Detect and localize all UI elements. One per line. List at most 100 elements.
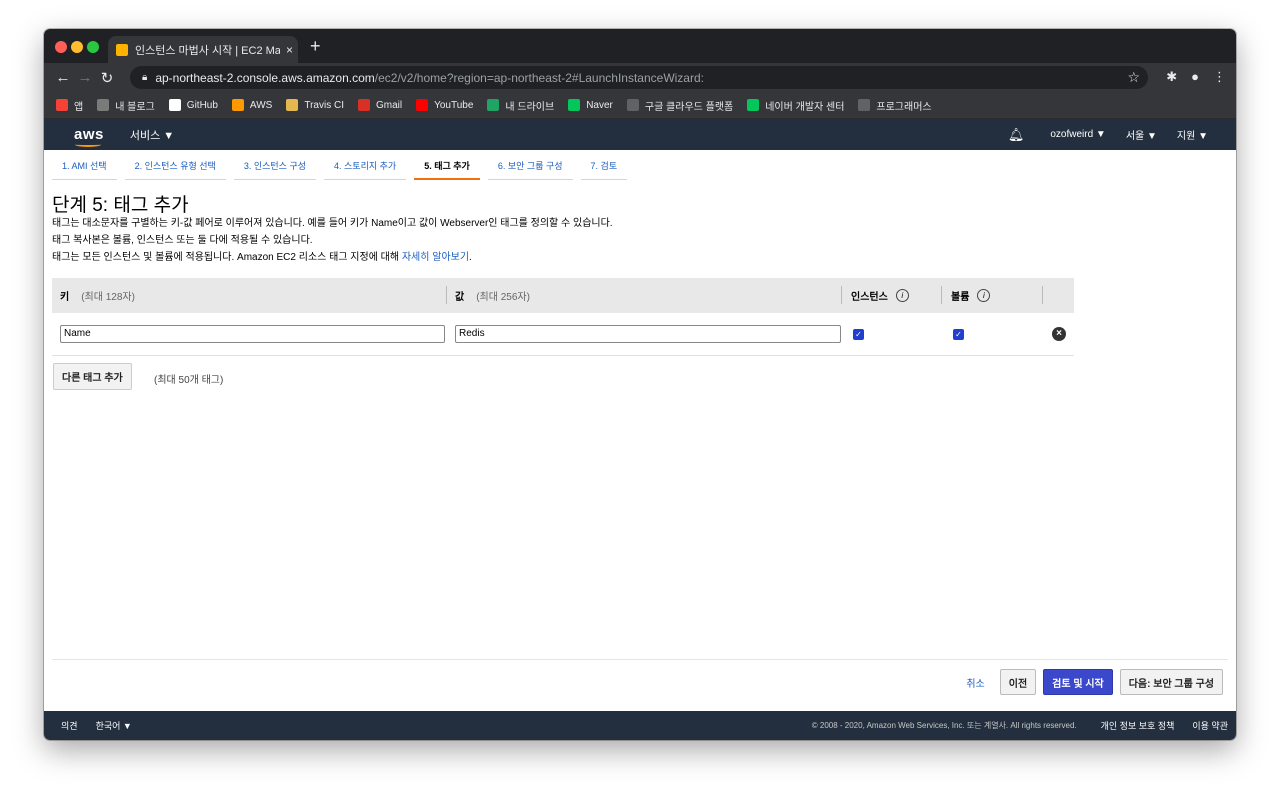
bookmark-item[interactable]: AWS [231,99,273,111]
info-icon[interactable]: i [895,289,909,302]
language-selector[interactable]: 한국어 ▼ [96,719,132,732]
new-tab-button[interactable]: + [310,37,321,55]
wizard-step-2[interactable]: 2. 인스턴스 유형 선택 [124,160,226,180]
tab-bar: 인스턴스 마법사 시작 | EC2 Manag × + [44,29,1236,63]
bookmark-label: 네이버 개발자 센터 [765,101,845,113]
address-bar[interactable]: 🔒︎ ap-northeast-2.console.aws.amazon.com… [130,66,1148,89]
column-divider [446,286,447,304]
bookmark-item[interactable]: 내 드라이브 [487,98,554,113]
more-menu-icon[interactable]: ⋮ [1213,69,1226,85]
aws-cube-icon [231,99,244,111]
bookmark-item[interactable]: 앱 [56,98,83,113]
support-menu[interactable]: 지원 ▼ [1177,127,1208,142]
wizard-step-7[interactable]: 7. 검토 [580,160,628,180]
profile-avatar-icon[interactable]: ● [1191,69,1199,85]
travis-icon [286,99,299,111]
extensions-area: ✱ ● ⋮ [1166,69,1226,85]
bookmark-item[interactable]: 내 블로그 [97,98,155,113]
tag-table: 키 (최대 128자) 값 (최대 256자) 인스턴스 i 볼륨 i Name Red… [52,278,1074,356]
console-footer: 의견 한국어 ▼ © 2008 - 2020, Amazon Web Servi… [44,711,1236,740]
url-path: /ec2/v2/home?region=ap-northeast-2#Launc… [374,70,704,85]
bookmark-item[interactable]: GitHub [168,99,218,111]
column-divider [941,286,942,304]
learn-more-link[interactable]: 자세히 알아보기 [402,252,469,263]
header-value: 값 (최대 256자) [455,278,530,313]
description-line-3: 태그는 모든 인스턴스 및 볼륨에 적용됩니다. Amazon EC2 리소스 … [52,248,472,263]
add-tag-button[interactable]: 다른 태그 추가 [53,363,132,390]
header-value-hint: (최대 256자) [476,292,530,303]
aws-smile-icon [75,142,101,147]
volumes-checkbox[interactable]: ✓ [953,329,964,340]
table-row: Name Redis ✓ ✓ × [52,313,1074,356]
tag-table-header: 키 (최대 128자) 값 (최대 256자) 인스턴스 i 볼륨 i [52,278,1074,313]
wizard-actions: 취소 이전 검토 및 시작 다음: 보안 그룹 구성 [962,669,1223,695]
aws-console-header: aws 서비스 ▼ 🔔︎ ozofweird ▼ 서울 ▼ 지원 ▼ [44,119,1236,150]
services-menu[interactable]: 서비스 ▼ [130,127,174,143]
wizard-step-1[interactable]: 1. AMI 선택 [52,160,117,180]
wizard-step-4[interactable]: 4. 스토리지 추가 [324,160,407,180]
header-key: 키 (최대 128자) [60,278,135,313]
drive-icon [487,99,500,111]
bookmark-label: 구글 클라우드 플랫폼 [644,101,734,113]
bookmark-item[interactable]: 프로그래머스 [858,98,932,113]
header-key-label: 키 [60,292,70,303]
youtube-icon [416,99,429,111]
browser-tab-active[interactable]: 인스턴스 마법사 시작 | EC2 Manag × [108,36,298,63]
bookmark-star-icon[interactable]: ☆ [1127,69,1140,86]
aws-cube-icon [116,43,128,56]
aws-logo-text: aws [74,126,104,143]
minimize-window-button[interactable] [71,41,83,53]
maximize-window-button[interactable] [87,41,99,53]
bookmark-item[interactable]: Travis CI [286,99,344,111]
previous-button[interactable]: 이전 [999,669,1037,695]
bookmark-label: AWS [249,99,273,111]
header-volumes-label: 볼륨 [951,292,970,303]
reload-icon[interactable]: ↻ [96,69,118,87]
bookmark-item[interactable]: YouTube [416,99,473,111]
account-menu[interactable]: ozofweird ▼ [1050,129,1105,140]
close-window-button[interactable] [55,41,67,53]
wizard-step-5[interactable]: 5. 태그 추가 [414,160,480,180]
bookmark-item[interactable]: 네이버 개발자 센터 [747,98,844,113]
column-divider [841,286,842,304]
lock-icon: 🔒︎ [142,72,148,83]
tab-close-icon[interactable]: × [286,43,293,57]
review-and-launch-button[interactable]: 검토 및 시작 [1043,669,1113,695]
wizard-step-3[interactable]: 3. 인스턴스 구성 [233,160,317,180]
aws-logo[interactable]: aws [74,126,104,147]
bookmark-item[interactable]: 구글 클라우드 플랫폼 [626,98,734,113]
bookmark-item[interactable]: Naver [568,99,613,111]
next-configure-security-group-button[interactable]: 다음: 보안 그룹 구성 [1119,669,1223,695]
aws-header-right: 🔔︎ ozofweird ▼ 서울 ▼ 지원 ▼ [1008,119,1208,150]
feedback-link[interactable]: 의견 [61,719,78,732]
column-divider [1042,286,1043,304]
browser-window: 인스턴스 마법사 시작 | EC2 Manag × + ← → ↻ 🔒︎ ap-… [44,29,1236,740]
forward-arrow-icon[interactable]: → [74,69,96,86]
add-tag-hint: (최대 50개 태그) [154,375,224,386]
extensions-puzzle-icon[interactable]: ✱ [1166,69,1177,85]
tag-key-input[interactable]: Name [60,325,445,343]
bookmark-label: 내 드라이브 [505,101,555,113]
header-instances: 인스턴스 i [851,278,909,313]
remove-tag-icon[interactable]: × [1052,327,1066,341]
region-menu[interactable]: 서울 ▼ [1126,127,1157,142]
main-content: 1. AMI 선택 2. 인스턴스 유형 선택 3. 인스턴스 구성 4. 스토리지 … [44,150,1236,711]
bookmark-label: Naver [586,99,613,111]
wizard-steps: 1. AMI 선택 2. 인스턴스 유형 선택 3. 인스턴스 구성 4. 스토리지 … [52,160,635,180]
page-title: 단계 5: 태그 추가 [52,195,189,216]
instances-checkbox[interactable]: ✓ [853,329,864,340]
back-arrow-icon[interactable]: ← [52,69,74,86]
privacy-policy-link[interactable]: 개인 정보 보호 정책 [1101,719,1175,732]
terms-of-use-link[interactable]: 이용 약관 [1192,719,1228,732]
info-icon[interactable]: i [977,289,991,302]
notification-bell-icon[interactable]: 🔔︎ [1008,127,1025,143]
bookmark-label: Gmail [375,99,403,111]
tag-value-input[interactable]: Redis [455,325,841,343]
naver-dev-icon [747,99,760,111]
wizard-step-6[interactable]: 6. 보안 그룹 구성 [487,160,573,180]
bookmark-item[interactable]: Gmail [357,99,403,111]
cancel-button[interactable]: 취소 [962,669,988,695]
tab-title: 인스턴스 마법사 시작 | EC2 Manag [135,44,280,57]
gmail-icon [357,99,370,111]
divider [52,659,1228,660]
